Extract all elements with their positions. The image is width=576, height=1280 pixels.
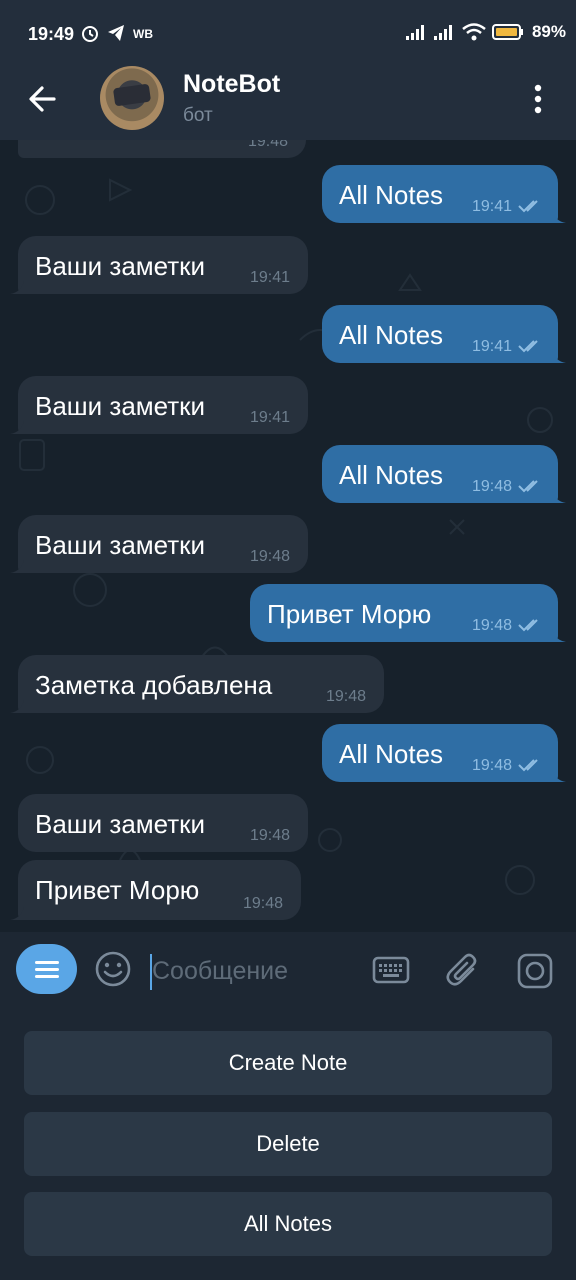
message-time: 19:41 [249, 269, 290, 286]
battery-icon [491, 24, 523, 40]
status-right: 89% [405, 22, 566, 42]
message-text: Ваши заметки [35, 530, 206, 560]
alarm-icon [82, 26, 98, 42]
read-checkmarks-icon [518, 340, 538, 353]
message-time: 19:48 [249, 827, 290, 844]
message-time: 19:48 [249, 548, 290, 565]
message-time: 19:41 [471, 338, 512, 355]
message-bubble-in[interactable]: Ваши заметки 19:48 [10, 515, 308, 573]
message-text: All Notes [339, 739, 444, 769]
keyboard-button-create-note[interactable]: Create Note [24, 1031, 552, 1095]
message-input-bar: Сообщение [0, 932, 576, 1010]
message-bubble-out[interactable]: All Notes 19:48 [322, 445, 566, 503]
wifi-icon [462, 23, 486, 41]
message-bubble-out[interactable]: All Notes 19:41 [322, 305, 566, 363]
message-text: All Notes [339, 460, 444, 490]
read-checkmarks-icon [518, 759, 538, 772]
bubble-tail [552, 628, 566, 642]
menu-dots-icon[interactable] [526, 84, 550, 114]
chat-header: NoteBot бот [0, 64, 576, 140]
bubble-tail [552, 489, 566, 503]
bubble-tail [10, 420, 24, 434]
battery-percent: 89% [531, 22, 566, 41]
emoji-icon[interactable] [94, 950, 132, 988]
status-bar: 19:49 WB 89% [0, 0, 576, 64]
message-text: Привет Морю [35, 875, 200, 905]
message-text: Привет Морю [267, 599, 432, 629]
message-text: Ваши заметки [35, 251, 206, 281]
keyboard-button-all-notes[interactable]: All Notes [24, 1192, 552, 1256]
bubble-tail [552, 349, 566, 363]
attach-icon[interactable] [446, 952, 482, 990]
bubble-tail [552, 768, 566, 782]
message-bubble-out[interactable]: All Notes 19:48 [322, 724, 566, 782]
bubble-tail [10, 906, 24, 920]
bot-menu-button[interactable] [16, 944, 77, 994]
message-text: Ваши заметки [35, 809, 206, 839]
bubble-tail [552, 209, 566, 223]
message-bubble-in[interactable]: Привет Морю 19:48 [10, 860, 301, 920]
status-time: 19:49 [28, 24, 75, 44]
chat-title[interactable]: NoteBot [183, 70, 280, 99]
bubble-tail [10, 559, 24, 573]
carrier-badge: WB [133, 27, 153, 41]
message-time: 19:48 [471, 617, 512, 634]
message-time: 19:48 [471, 757, 512, 774]
message-text: Заметка добавлена [35, 670, 273, 700]
chat-subtitle: бот [183, 105, 213, 126]
message-time: 19:41 [471, 198, 512, 215]
message-time: 19:48 [325, 688, 366, 705]
bot-reply-keyboard: Create Note Delete All Notes [0, 1010, 576, 1280]
message-text: Ваши заметки [35, 391, 206, 421]
message-bubble-out[interactable]: Привет Морю 19:48 [250, 584, 566, 642]
bot-avatar[interactable] [100, 66, 164, 130]
bot-menu-icon [34, 961, 59, 978]
message-bubble-in[interactable]: Ваши заметки 19:48 [18, 794, 308, 852]
read-checkmarks-icon [518, 480, 538, 493]
message-text: All Notes [339, 320, 444, 350]
keyboard-button-delete[interactable]: Delete [24, 1112, 552, 1176]
message-bubble-out[interactable]: All Notes 19:41 [322, 165, 566, 223]
read-checkmarks-icon [518, 619, 538, 632]
message-time: 19:41 [249, 409, 290, 426]
message-bubble-in[interactable]: Ваши заметки 19:41 [10, 236, 308, 294]
bubble-tail [10, 280, 24, 294]
read-checkmarks-icon [518, 200, 538, 213]
bubble-tail [10, 699, 24, 713]
camera-icon[interactable] [516, 952, 554, 990]
signal-icon-1 [405, 25, 424, 40]
message-list[interactable]: 19:48 All Notes 19:41 Ваши заметки 19:41… [0, 140, 576, 932]
message-bubble-in[interactable]: Заметка добавлена 19:48 [10, 655, 384, 713]
message-time: 19:48 [247, 140, 288, 150]
telegram-icon [108, 25, 124, 41]
message-text: All Notes [339, 180, 444, 210]
back-arrow-icon[interactable] [26, 82, 60, 116]
message-input[interactable]: Сообщение [152, 957, 288, 986]
message-bubble-in[interactable]: Ваши заметки 19:41 [10, 376, 308, 434]
message-time: 19:48 [471, 478, 512, 495]
signal-icon-2 [433, 25, 452, 40]
keyboard-icon[interactable] [372, 956, 410, 986]
message-bubble-partial[interactable]: 19:48 [18, 140, 306, 158]
message-time: 19:48 [242, 895, 283, 912]
